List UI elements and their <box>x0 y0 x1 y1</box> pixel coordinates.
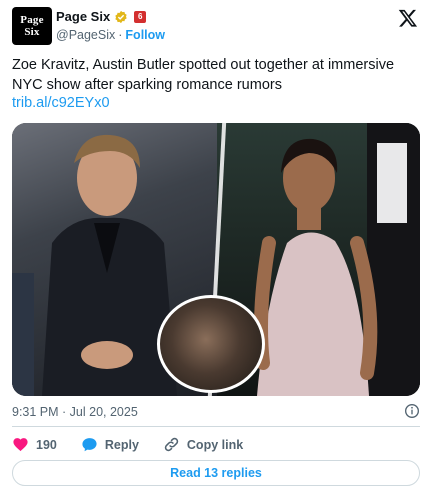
divider-line <box>12 426 420 427</box>
action-bar: 190 Reply Copy link <box>12 436 267 453</box>
reply-label: Reply <box>104 437 139 452</box>
copy-link-label: Copy link <box>186 437 244 452</box>
account-name[interactable]: Page Six <box>56 9 110 24</box>
inset-photo-couple <box>157 295 265 393</box>
link-icon <box>164 437 179 452</box>
tweet-text: Zoe Kravitz, Austin Butler spotted out t… <box>12 57 395 93</box>
read-replies-button[interactable]: Read 13 replies <box>12 460 420 486</box>
handle-row: @PageSix · Follow <box>56 28 165 42</box>
brand-badge: 6 <box>134 10 147 23</box>
avatar[interactable]: Page Six <box>12 7 52 45</box>
avatar-text-six: Six <box>24 26 40 38</box>
copy-link-button[interactable]: Copy link <box>163 436 243 453</box>
tweet-media-image[interactable] <box>12 123 420 396</box>
reply-bubble-icon <box>82 438 97 452</box>
avatar-text-page: Page <box>20 14 44 26</box>
separator-dot: · <box>118 28 123 42</box>
heart-icon <box>13 438 28 452</box>
tweet-link[interactable]: trib.al/c92EYx0 <box>12 95 110 111</box>
account-handle[interactable]: @PageSix <box>56 28 115 42</box>
verified-badge-icon <box>115 10 127 23</box>
account-name-row: Page Six 6 <box>56 9 147 24</box>
reply-button[interactable]: Reply <box>81 436 139 453</box>
info-icon[interactable] <box>404 403 420 419</box>
like-count: 190 <box>36 437 57 452</box>
follow-button[interactable]: Follow <box>125 28 165 42</box>
like-button[interactable]: 190 <box>12 436 57 453</box>
tweet-card: Page Six Page Six 6 @PageSix · Follow Zo… <box>0 0 432 500</box>
tweet-timestamp[interactable]: 9:31 PM · Jul 20, 2025 <box>12 405 138 419</box>
x-logo-icon[interactable] <box>398 8 418 28</box>
